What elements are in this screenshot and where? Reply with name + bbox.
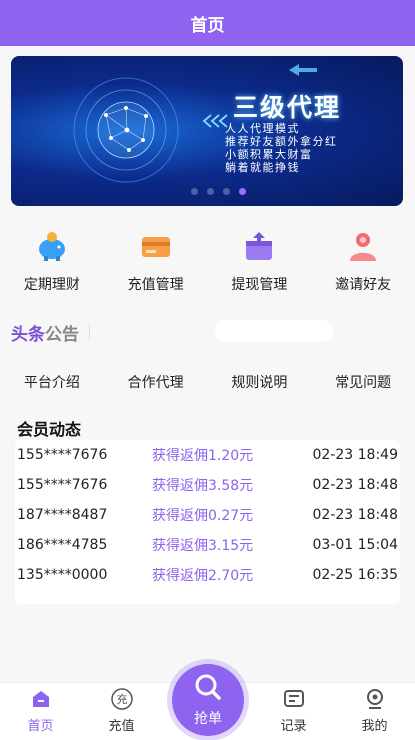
section-title: 会员动态: [17, 420, 82, 439]
arrow-left-icon: [289, 64, 317, 76]
quick-item-withdraw[interactable]: 提现管理: [209, 228, 309, 298]
member-action: 获得返佣2.70元: [152, 568, 254, 584]
tab-label: 记录: [280, 719, 307, 734]
list-item: 155****7676 获得返佣1.20元 02-23 18:49: [15, 440, 400, 470]
tab-home[interactable]: 首页: [6, 686, 76, 734]
banner-headline: 三级代理: [233, 93, 342, 122]
link-rules[interactable]: 规则说明: [231, 372, 287, 392]
tab-label: 我的: [361, 719, 388, 734]
grab-order-button[interactable]: 抢单: [172, 664, 244, 736]
tab-label: 充值: [108, 719, 135, 734]
recharge-icon: 充: [109, 686, 135, 712]
divider: [89, 324, 90, 340]
member-time: 02-23 18:48: [312, 507, 398, 523]
link-faq[interactable]: 常见问题: [335, 372, 391, 392]
banner-line: 小额积累大财富: [225, 148, 313, 161]
user-icon: [362, 686, 388, 712]
headline-logo-part: 头条: [11, 324, 45, 345]
member-id: 155****7676: [17, 447, 108, 463]
card-icon: [138, 228, 174, 264]
top-bar: 首页: [0, 0, 415, 46]
news-ticker[interactable]: 头条公告: [11, 318, 403, 346]
member-time: 03-01 15:04: [312, 537, 398, 553]
carousel-dot[interactable]: [223, 188, 230, 195]
quick-item-fixed-finance[interactable]: 定期理财: [2, 228, 102, 298]
withdraw-box-icon: [241, 228, 277, 264]
recharge-icon-char: 充: [116, 692, 127, 706]
carousel-dot[interactable]: [207, 188, 214, 195]
member-time: 02-23 18:48: [312, 477, 398, 493]
quick-item-label: 定期理财: [23, 277, 80, 293]
ticker-placeholder: [215, 320, 333, 342]
tab-label: 首页: [27, 719, 54, 734]
quick-item-label: 邀请好友: [335, 277, 392, 293]
member-time: 02-23 18:49: [312, 447, 398, 463]
tab-mine[interactable]: 我的: [340, 686, 410, 734]
member-time: 02-25 16:35: [312, 567, 398, 583]
grab-order-label: 抢单: [194, 711, 222, 727]
quick-item-invite[interactable]: 邀请好友: [313, 228, 413, 298]
link-agency[interactable]: 合作代理: [128, 372, 184, 392]
brain-network-icon: [73, 77, 179, 183]
banner-line: 人人代理模式: [225, 122, 300, 135]
banner-line: 躺着就能挣钱: [225, 161, 300, 174]
tab-records[interactable]: 记录: [259, 686, 329, 734]
piggy-bank-icon: [34, 228, 70, 264]
chevrons-left-icon: [202, 114, 228, 128]
quick-menu: 定期理财 充值管理 提现管理 邀请好友: [0, 228, 415, 298]
headline-logo-part: 公告: [45, 324, 79, 345]
headline-logo: 头条公告: [11, 320, 79, 345]
member-id: 155****7676: [17, 477, 108, 493]
page-title: 首页: [190, 15, 225, 36]
quick-item-label: 提现管理: [231, 277, 288, 293]
carousel-dot-active[interactable]: [239, 188, 246, 195]
records-icon: [281, 686, 307, 712]
carousel-dot[interactable]: [191, 188, 198, 195]
quick-item-recharge[interactable]: 充值管理: [106, 228, 206, 298]
carousel-dots[interactable]: [191, 188, 246, 195]
member-id: 135****0000: [17, 567, 108, 583]
invite-users-icon: [345, 228, 381, 264]
member-action: 获得返佣0.27元: [152, 508, 254, 524]
list-item: 155****7676 获得返佣3.58元 02-23 18:48: [15, 470, 400, 500]
promo-banner[interactable]: 三级代理 人人代理模式 推荐好友额外拿分红 小额积累大财富 躺着就能挣钱: [11, 56, 403, 206]
member-action: 获得返佣3.15元: [152, 538, 254, 554]
list-item: 135****0000 获得返佣2.70元 02-25 16:35: [15, 560, 400, 590]
quick-item-label: 充值管理: [127, 277, 184, 293]
search-icon: [193, 672, 223, 706]
list-item: 187****8487 获得返佣0.27元 02-23 18:48: [15, 500, 400, 530]
home-icon: [28, 686, 54, 712]
link-platform-intro[interactable]: 平台介绍: [24, 372, 80, 392]
member-action: 获得返佣3.58元: [152, 478, 254, 494]
list-item: 186****4785 获得返佣3.15元 03-01 15:04: [15, 530, 400, 560]
banner-line: 推荐好友额外拿分红: [225, 135, 338, 148]
member-id: 187****8487: [17, 507, 108, 523]
member-activity-list: 155****7676 获得返佣1.20元 02-23 18:49 155***…: [15, 440, 400, 604]
info-links: 平台介绍 合作代理 规则说明 常见问题: [0, 372, 415, 392]
tab-recharge[interactable]: 充 充值: [87, 686, 157, 734]
member-action: 获得返佣1.20元: [152, 448, 254, 464]
member-id: 186****4785: [17, 537, 108, 553]
